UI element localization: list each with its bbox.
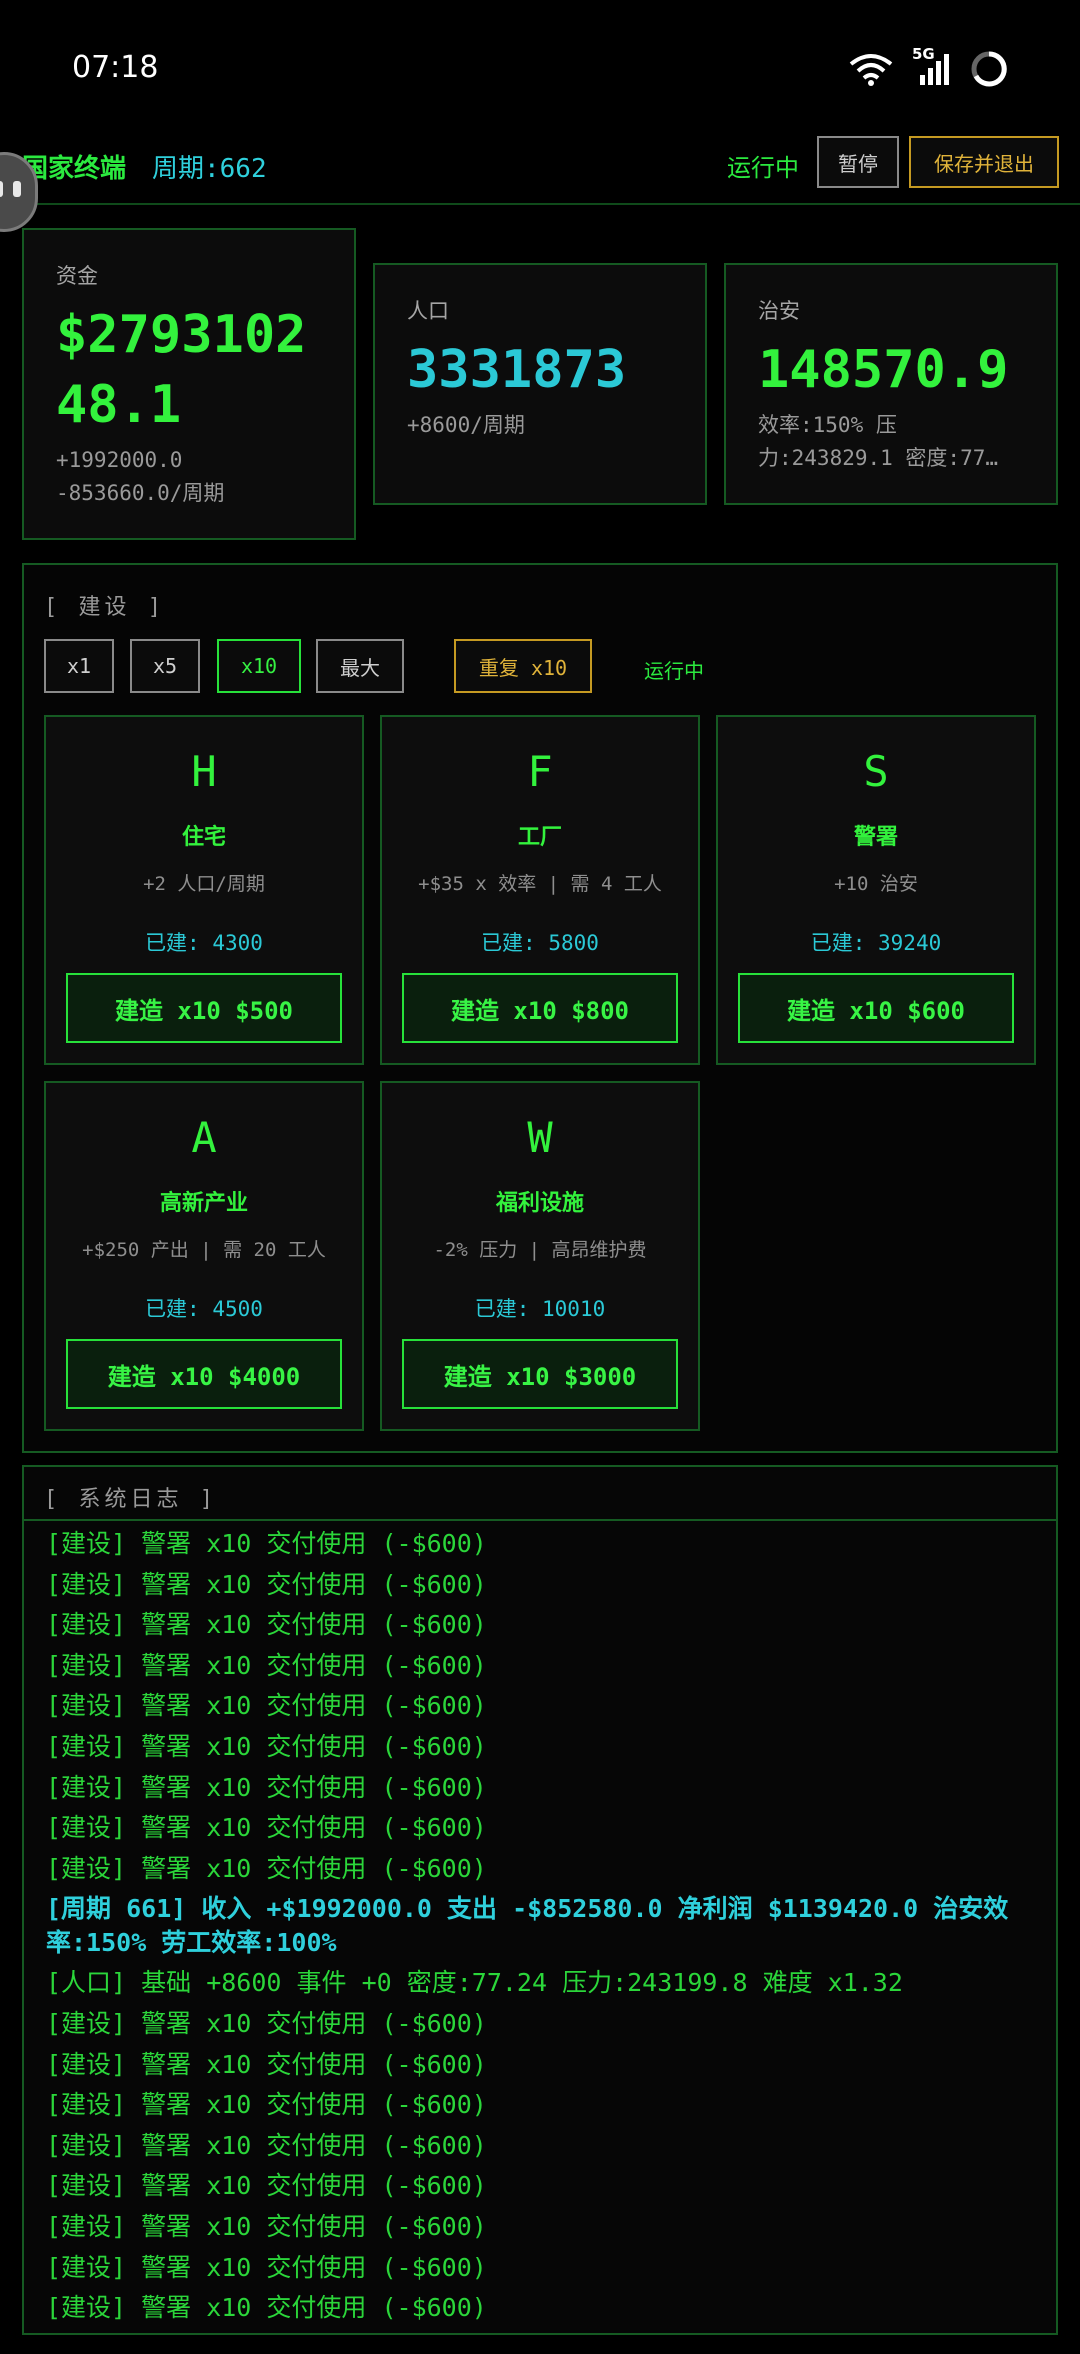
app-title: 国家终端 — [22, 154, 127, 184]
log-entry: [建设] 警署 x10 交付使用 (-$600) — [46, 1853, 487, 1883]
building-card-house: H 住宅 +2 人口/周期 已建: 4300 建造 x10 $500 — [44, 715, 364, 1065]
log-entry: [建设] 警署 x10 交付使用 (-$600) — [46, 1610, 487, 1640]
multiplier-x10-button[interactable]: x10 — [217, 639, 301, 693]
building-letter: W — [527, 1113, 553, 1162]
log-entry: [建设] 警署 x10 交付使用 (-$600) — [46, 2130, 487, 2160]
build-police-button[interactable]: 建造 x10 $600 — [738, 973, 1014, 1043]
building-card-hightech: A 高新产业 +$250 产出 | 需 20 工人 已建: 4500 建造 x1… — [44, 1081, 364, 1431]
log-entry: [建设] 警署 x10 交付使用 (-$600) — [46, 2252, 487, 2282]
funds-card: 资金 $2793102 48.1 +1992000.0 -853660.0/周期 — [22, 228, 356, 540]
building-name: 住宅 — [181, 825, 226, 850]
repeat-build-button[interactable]: 重复 x10 — [454, 639, 592, 693]
run-state: 运行中 — [727, 154, 799, 182]
multiplier-x1-button[interactable]: x1 — [44, 639, 114, 693]
log-entry: [建设] 警署 x10 交付使用 (-$600) — [46, 1650, 487, 1680]
building-card-police: S 警署 +10 治安 已建: 39240 建造 x10 $600 — [716, 715, 1036, 1065]
log-list: [建设] 警署 x10 交付使用 (-$600) [建设] 警署 x10 交付使用… — [46, 1524, 1046, 2329]
population-delta: +8600/周期 — [407, 413, 525, 437]
security-value: 148570.9 — [758, 340, 1009, 400]
system-icons: 5G — [848, 45, 1008, 88]
security-detail: 效率:150% 压 力:243829.1 密度:77… — [758, 413, 999, 470]
log-entry: [建设] 警署 x10 交付使用 (-$600) — [46, 2171, 487, 2201]
wifi-icon — [849, 54, 893, 86]
multiplier-max-button[interactable]: 最大 — [316, 639, 404, 693]
signal-icon: 5G — [912, 45, 952, 87]
building-letter: A — [191, 1113, 217, 1162]
building-card-factory: F 工厂 +$35 x 效率 | 需 4 工人 已建: 5800 建造 x10 … — [380, 715, 700, 1065]
top-header: 国家终端 周期:662 运行中 暂停 保存并退出 — [0, 130, 1080, 205]
log-entry: [建设] 警署 x10 交付使用 (-$600) — [46, 1772, 487, 1802]
building-name: 高新产业 — [159, 1191, 248, 1216]
population-value: 3331873 — [407, 340, 627, 400]
build-hightech-button[interactable]: 建造 x10 $4000 — [66, 1339, 342, 1409]
log-entry: [周期 661] 收入 +$1992000.0 支出 -$852580.0 净利… — [46, 1894, 1009, 1958]
security-card: 治安 148570.9 效率:150% 压 力:243829.1 密度:77… — [724, 263, 1058, 505]
log-entry: [建设] 警署 x10 交付使用 (-$600) — [46, 2049, 487, 2079]
building-count: 已建: 10010 — [474, 1297, 606, 1321]
funds-label: 资金 — [56, 264, 98, 288]
log-title: [ 系统日志 ] — [44, 1487, 217, 1512]
build-welfare-button[interactable]: 建造 x10 $3000 — [402, 1339, 678, 1409]
funds-expense: -853660.0/周期 — [56, 481, 225, 505]
log-entry: [建设] 警署 x10 交付使用 (-$600) — [46, 2090, 487, 2120]
building-letter: S — [863, 747, 889, 796]
status-clock: 07:18 — [72, 50, 159, 85]
building-count: 已建: 39240 — [810, 931, 942, 955]
funds-income: +1992000.0 — [56, 448, 183, 472]
log-entry: [建设] 警署 x10 交付使用 (-$600) — [46, 1569, 487, 1599]
funds-value: $2793102 48.1 — [56, 305, 307, 435]
save-exit-button[interactable]: 保存并退出 — [909, 136, 1059, 188]
building-desc: -2% 压力 | 高昂维护费 — [433, 1239, 647, 1261]
log-entry: [建设] 警署 x10 交付使用 (-$600) — [46, 2008, 487, 2038]
building-name: 工厂 — [517, 825, 562, 850]
multiplier-x5-button[interactable]: x5 — [130, 639, 200, 693]
build-house-button[interactable]: 建造 x10 $500 — [66, 973, 342, 1043]
building-desc: +10 治安 — [834, 873, 918, 895]
log-entry: [建设] 警署 x10 交付使用 (-$600) — [46, 1691, 487, 1721]
building-count: 已建: 4300 — [145, 931, 263, 955]
building-desc: +$250 产出 | 需 20 工人 — [82, 1239, 326, 1261]
cycle-counter: 周期:662 — [152, 154, 267, 184]
log-entry: [建设] 警署 x10 交付使用 (-$600) — [46, 1529, 487, 1558]
building-name: 福利设施 — [495, 1191, 584, 1216]
log-entry: [建设] 警署 x10 交付使用 (-$600) — [46, 1813, 487, 1843]
building-letter: F — [527, 747, 553, 796]
building-letter: H — [191, 747, 217, 796]
build-panel: [ 建设 ] x1 x5 x10 最大 重复 x10 运行中 H 住宅 +2 人… — [22, 563, 1058, 1453]
log-entry: [建设] 警署 x10 交付使用 (-$600) — [46, 2211, 487, 2241]
security-label: 治安 — [758, 299, 800, 323]
log-entry: [建设] 警署 x10 交付使用 (-$600) — [46, 2293, 487, 2323]
build-status: 运行中 — [644, 659, 704, 683]
building-card-welfare: W 福利设施 -2% 压力 | 高昂维护费 已建: 10010 建造 x10 $… — [380, 1081, 700, 1431]
battery-ring-icon — [971, 51, 1007, 87]
pause-button[interactable]: 暂停 — [817, 136, 899, 188]
system-log-panel[interactable]: [ 系统日志 ] [建设] 警署 x10 交付使用 (-$600) [建设] 警署… — [22, 1465, 1058, 2335]
population-label: 人口 — [407, 299, 449, 323]
log-entry: [人口] 基础 +8600 事件 +0 密度:77.24 压力:243199.8… — [46, 1968, 903, 1998]
building-desc: +2 人口/周期 — [143, 873, 265, 895]
log-entry: [建设] 警署 x10 交付使用 (-$600) — [46, 1731, 487, 1761]
status-bar: 07:18 5G — [0, 0, 1080, 135]
build-factory-button[interactable]: 建造 x10 $800 — [402, 973, 678, 1043]
population-card: 人口 3331873 +8600/周期 — [373, 263, 707, 505]
log-header: [ 系统日志 ] — [24, 1467, 1056, 1521]
building-count: 已建: 5800 — [481, 931, 599, 955]
build-title: [ 建设 ] — [44, 595, 165, 620]
building-count: 已建: 4500 — [145, 1297, 263, 1321]
building-name: 警署 — [853, 825, 898, 850]
building-desc: +$35 x 效率 | 需 4 工人 — [418, 873, 662, 895]
